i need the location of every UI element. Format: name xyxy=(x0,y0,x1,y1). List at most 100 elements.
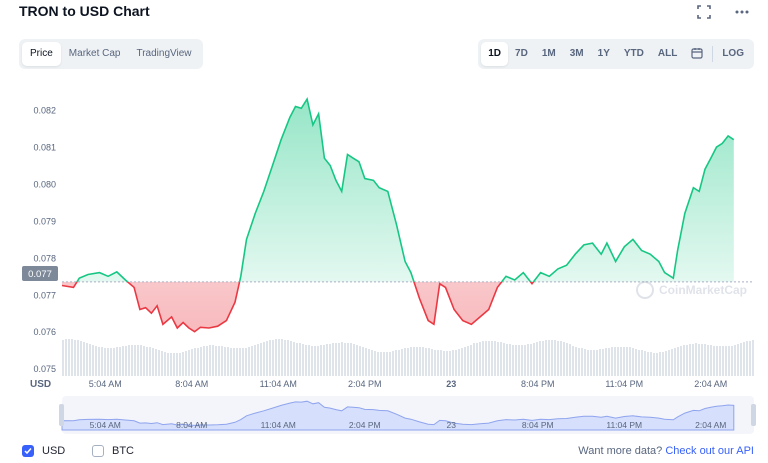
volume-bar xyxy=(113,348,115,376)
cta-text: Want more data? xyxy=(578,445,663,457)
volume-bar xyxy=(479,342,481,376)
volume-bar xyxy=(686,345,688,376)
volume-bar xyxy=(707,345,709,376)
volume-bar xyxy=(236,348,238,376)
volume-bar xyxy=(125,346,127,376)
volume-bar xyxy=(185,351,187,376)
volume-bar xyxy=(254,345,256,376)
volume-bar xyxy=(305,345,307,376)
volume-bar xyxy=(506,344,508,376)
volume-bar xyxy=(671,349,673,376)
volume-bar xyxy=(461,348,463,376)
volume-bar xyxy=(335,343,337,376)
volume-bar xyxy=(623,347,625,376)
range-3m[interactable]: 3M xyxy=(563,42,591,66)
volume-bar xyxy=(122,346,124,376)
volume-bar xyxy=(284,340,286,376)
volume-bar xyxy=(677,347,679,376)
volume-bar xyxy=(722,346,724,376)
volume-bar xyxy=(257,344,259,376)
range-ytd[interactable]: YTD xyxy=(617,42,651,66)
volume-bar xyxy=(605,348,607,376)
navigator-tick-label: 2:04 AM xyxy=(695,420,726,430)
navigator-left-handle[interactable] xyxy=(59,404,64,426)
api-link[interactable]: Check out our API xyxy=(665,445,754,457)
volume-bar xyxy=(752,340,754,376)
log-scale-button[interactable]: LOG xyxy=(715,42,751,66)
watermark-text: CoinMarketCap xyxy=(659,283,747,297)
volume-bar xyxy=(485,341,487,376)
volume-bar xyxy=(701,344,703,376)
navigator-tick-label: 11:04 PM xyxy=(606,420,642,430)
volume-bar xyxy=(749,341,751,376)
volume-bar xyxy=(488,341,490,376)
volume-bar xyxy=(218,346,220,376)
tab-market-cap[interactable]: Market Cap xyxy=(61,42,129,66)
y-tick-label: 0.080 xyxy=(33,180,56,190)
volume-bar xyxy=(515,345,517,376)
usd-checkbox-label: USD xyxy=(42,445,66,457)
volume-bar xyxy=(179,353,181,376)
volume-bar xyxy=(665,351,667,376)
volume-bar xyxy=(590,350,592,376)
volume-bar xyxy=(227,347,229,376)
price-chart[interactable]: 0.082 0.081 0.080 0.079 0.078 0.077 0.076 0.075… xyxy=(0,80,768,440)
volume-bar xyxy=(734,345,736,376)
volume-bar xyxy=(563,342,565,376)
volume-bar xyxy=(362,347,364,376)
volume-bar xyxy=(323,345,325,376)
range-7d[interactable]: 7D xyxy=(508,42,535,66)
volume-bar xyxy=(137,345,139,376)
btc-checkbox[interactable]: BTC xyxy=(92,445,134,457)
volume-bar xyxy=(350,343,352,376)
volume-bar xyxy=(470,345,472,376)
volume-bar xyxy=(512,345,514,376)
calendar-icon[interactable] xyxy=(684,42,710,66)
price-area-below-baseline xyxy=(62,281,534,332)
volume-bar xyxy=(578,348,580,376)
volume-bar xyxy=(314,346,316,376)
tab-tradingview[interactable]: TradingView xyxy=(128,42,199,66)
fullscreen-icon[interactable] xyxy=(696,4,712,20)
volume-bar xyxy=(245,348,247,376)
volume-bar xyxy=(119,347,121,376)
volume-bar xyxy=(89,344,91,376)
range-1m[interactable]: 1M xyxy=(535,42,563,66)
volume-bar xyxy=(491,341,493,376)
navigator-right-handle[interactable] xyxy=(751,404,756,426)
range-all[interactable]: ALL xyxy=(651,42,684,66)
volume-bar xyxy=(713,346,715,376)
volume-bar xyxy=(656,353,658,376)
volume-bar xyxy=(413,347,415,376)
navigator-tick-label: 23 xyxy=(447,420,457,430)
usd-checkbox[interactable]: USD xyxy=(22,445,65,457)
volume-bar xyxy=(569,344,571,376)
navigator-tick-label: 11:04 AM xyxy=(261,420,296,430)
volume-bar xyxy=(662,352,664,376)
volume-bar xyxy=(692,344,694,376)
volume-bar xyxy=(386,352,388,376)
range-1d[interactable]: 1D xyxy=(481,42,509,66)
volume-bar xyxy=(467,346,469,376)
more-horizontal-icon[interactable] xyxy=(734,4,750,20)
volume-bar xyxy=(272,340,274,376)
volume-bar xyxy=(440,350,442,376)
x-tick-label: 11:04 PM xyxy=(605,379,643,389)
volume-bar xyxy=(617,347,619,376)
chart-footer: USD BTC Want more data? Check out our AP… xyxy=(0,440,768,463)
volume-bar xyxy=(554,340,556,376)
x-tick-label: 2:04 PM xyxy=(348,379,382,389)
coinmarketcap-watermark: CoinMarketCap xyxy=(636,281,747,299)
volume-bar xyxy=(131,345,133,376)
tab-price[interactable]: Price xyxy=(22,42,61,66)
volume-bar xyxy=(728,346,730,376)
range-1y[interactable]: 1Y xyxy=(591,42,617,66)
volume-bar xyxy=(182,352,184,376)
baseline-value: 0.077 xyxy=(28,269,52,280)
range-navigator[interactable]: 5:04 AM 8:04 AM 11:04 AM 2:04 PM 23 8:04 PM 11… xyxy=(59,396,756,434)
volume-bar xyxy=(527,344,529,376)
chart-view-tabs: Price Market Cap TradingView xyxy=(19,39,203,69)
y-tick-label: 0.077 xyxy=(33,290,56,300)
volume-bar xyxy=(509,344,511,376)
volume-bar xyxy=(242,348,244,376)
